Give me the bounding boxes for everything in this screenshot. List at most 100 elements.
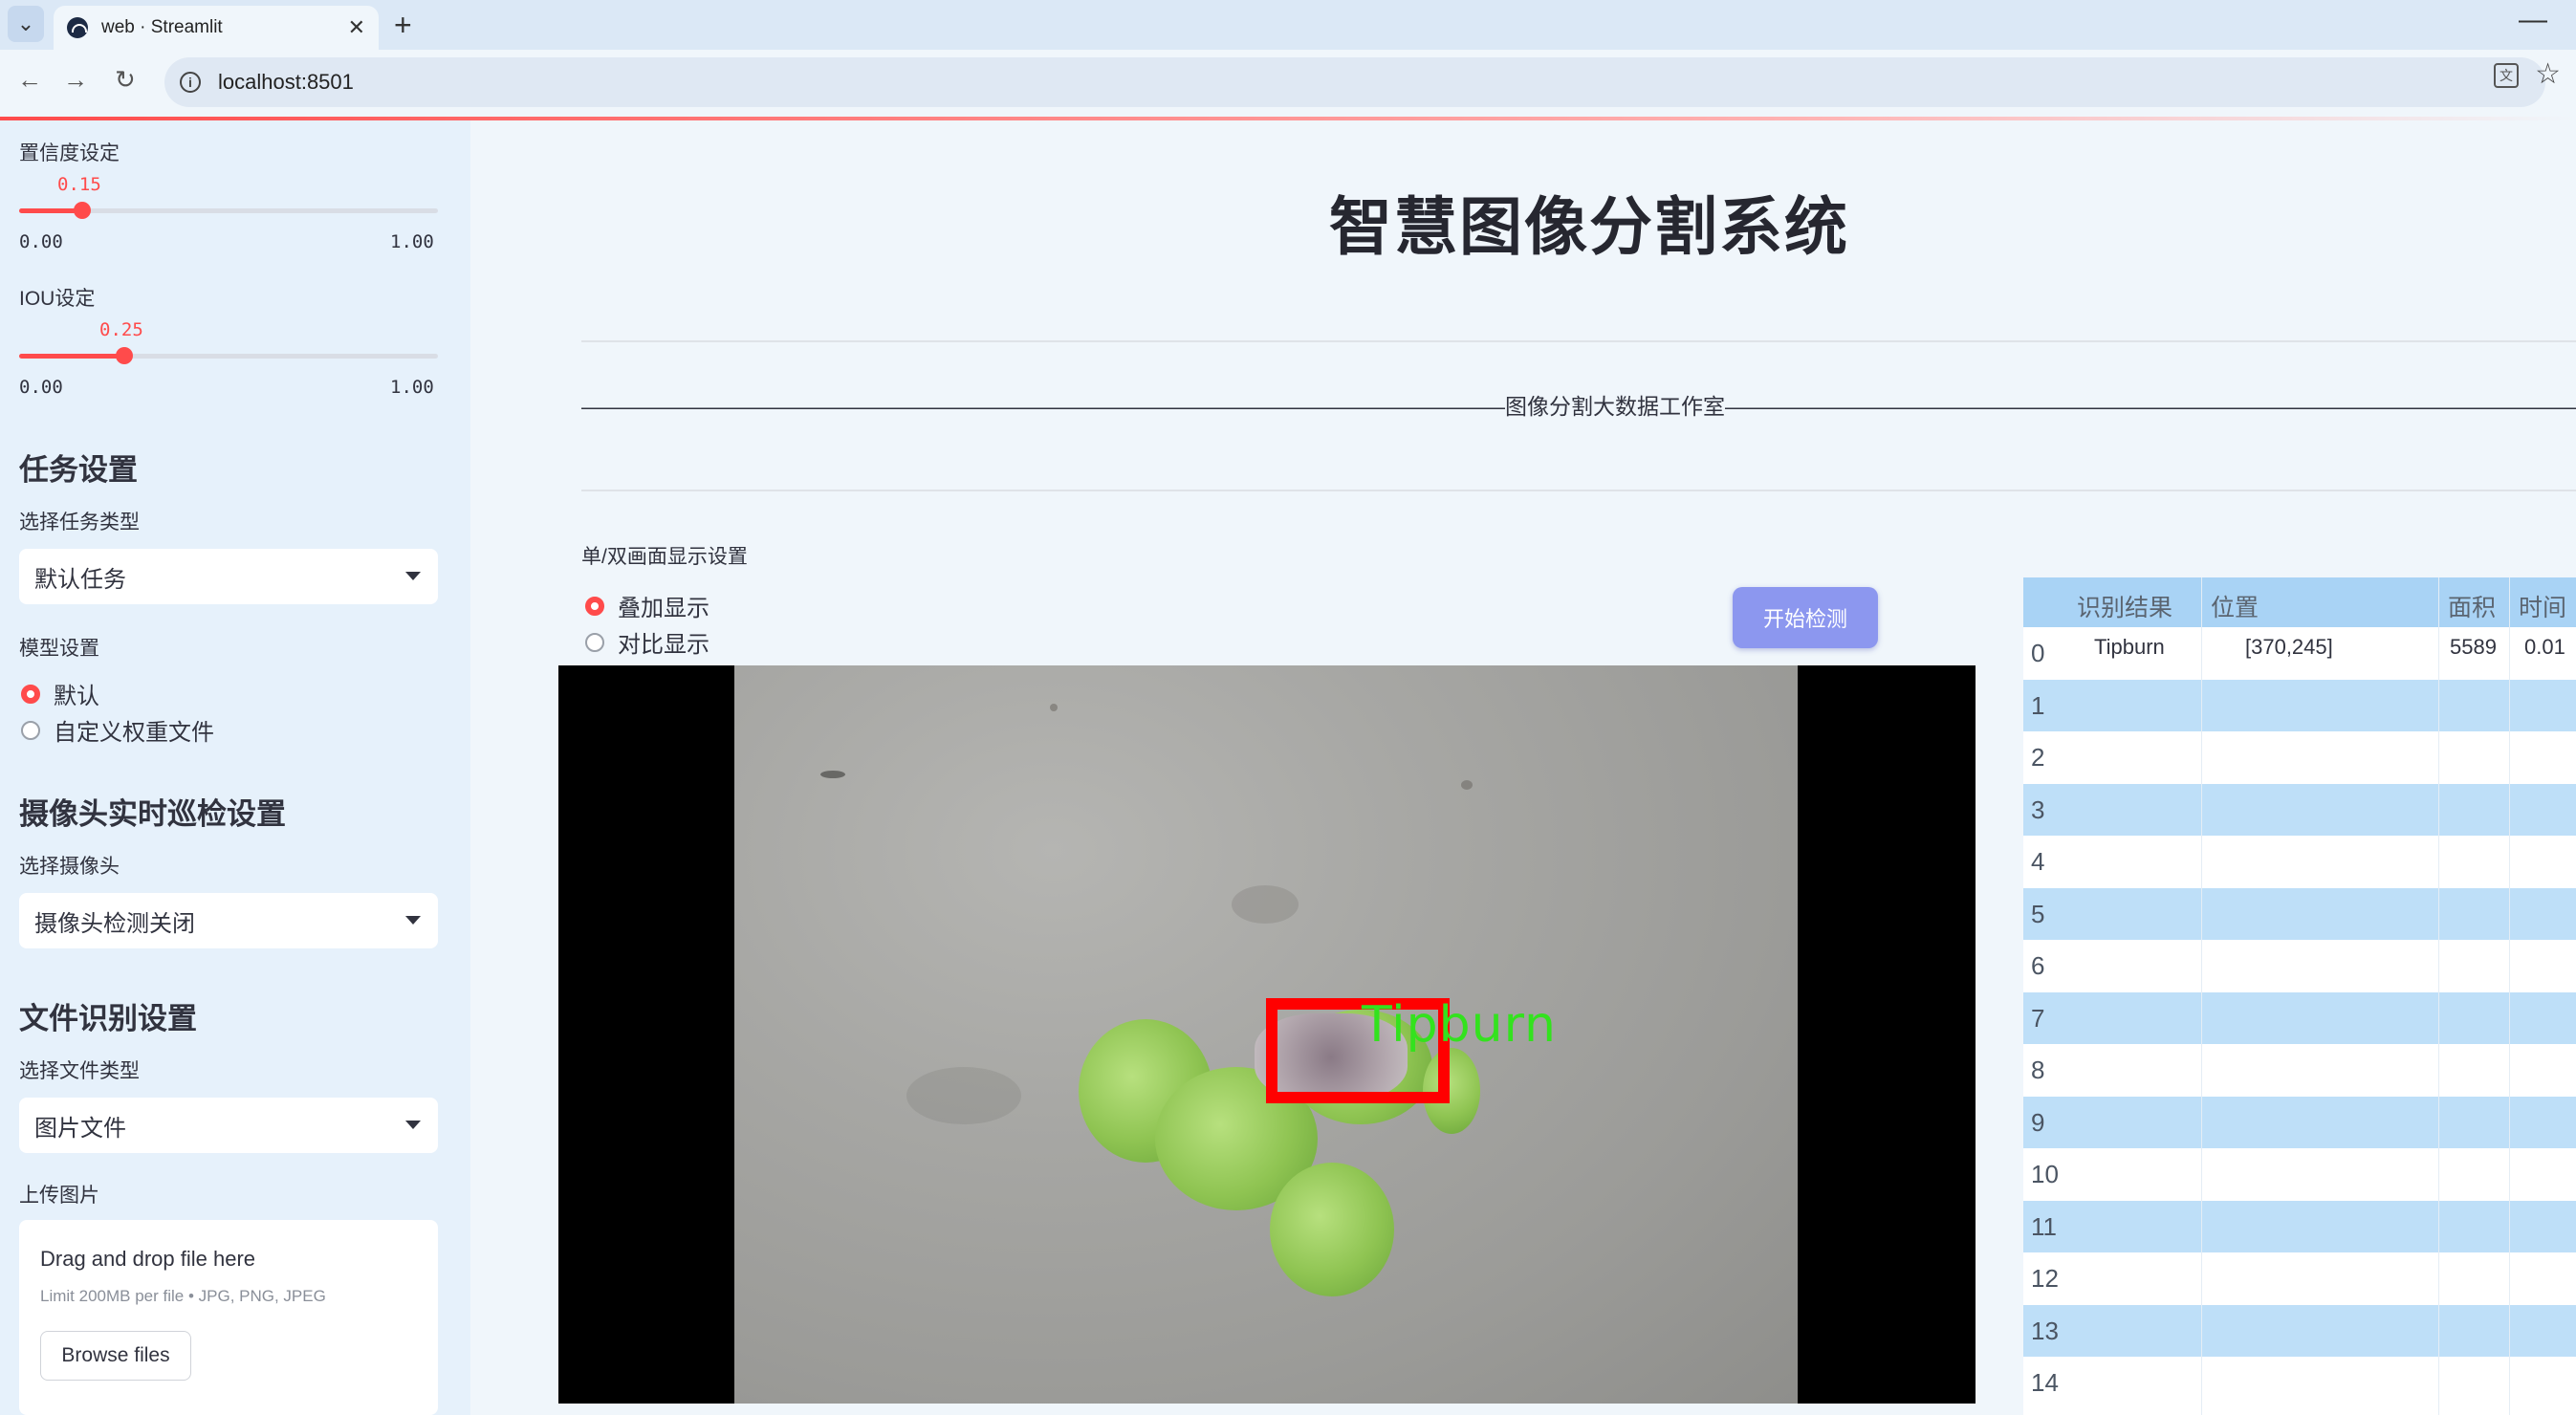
forward-arrow-icon[interactable]: → bbox=[63, 65, 88, 95]
table-row[interactable]: 10 bbox=[2023, 1148, 2576, 1201]
row-index: 9 bbox=[2031, 1107, 2045, 1137]
task-type-select[interactable]: 默认任务 bbox=[19, 549, 438, 604]
camera-select-label: 选择摄像头 bbox=[19, 856, 120, 878]
iou-slider[interactable] bbox=[19, 347, 438, 364]
sidebar: 置信度设定 0.15 0.00 1.00 IOU设定 0.25 0.00 1.0… bbox=[0, 120, 470, 1415]
cell-position: [370,245] bbox=[2245, 635, 2333, 659]
confidence-value: 0.15 bbox=[57, 174, 101, 195]
table-row[interactable]: 11 bbox=[2023, 1200, 2576, 1252]
confidence-slider[interactable] bbox=[19, 202, 438, 219]
table-row[interactable]: 14 bbox=[2023, 1357, 2576, 1409]
table-row[interactable]: 3 bbox=[2023, 783, 2576, 836]
bookmark-star-icon[interactable]: ☆ bbox=[2535, 57, 2561, 91]
results-table[interactable]: 识别结果 位置 面积 时间 0 Tipburn [370,245] 5589 0.01 1… bbox=[2023, 577, 2576, 1415]
table-row[interactable]: 1 bbox=[2023, 679, 2576, 731]
row-index: 2 bbox=[2031, 743, 2045, 772]
column-divider bbox=[2438, 577, 2439, 1415]
browse-files-button[interactable]: Browse files bbox=[40, 1331, 191, 1381]
tab-title: web · Streamlit bbox=[101, 17, 223, 37]
url-field[interactable]: i localhost:8501 bbox=[164, 57, 2545, 107]
radio-selected-icon[interactable] bbox=[21, 684, 40, 704]
file-settings-heading: 文件识别设置 bbox=[19, 1002, 197, 1035]
page-title: 智慧图像分割系统 bbox=[1329, 191, 1849, 262]
task-type-selected: 默认任务 bbox=[34, 566, 126, 593]
upload-drop-text: Drag and drop file here bbox=[40, 1247, 256, 1271]
divider bbox=[581, 340, 2576, 342]
model-option-default[interactable]: 默认 bbox=[21, 677, 99, 710]
iou-label: IOU设定 bbox=[19, 288, 96, 310]
display-option-label: 叠加显示 bbox=[618, 596, 709, 621]
iou-max: 1.00 bbox=[390, 377, 434, 398]
confidence-min: 0.00 bbox=[19, 231, 63, 252]
row-index: 5 bbox=[2031, 899, 2045, 928]
row-index: 12 bbox=[2031, 1264, 2059, 1293]
table-row[interactable]: 6 bbox=[2023, 940, 2576, 992]
chevron-down-icon bbox=[405, 916, 421, 925]
table-row[interactable]: 7 bbox=[2023, 991, 2576, 1044]
row-index: 1 bbox=[2031, 690, 2045, 720]
row-index: 8 bbox=[2031, 1056, 2045, 1084]
upload-limit-text: Limit 200MB per file • JPG, PNG, JPEG bbox=[40, 1287, 326, 1305]
detection-image-panel: Tipburn bbox=[558, 665, 1976, 1404]
file-type-select[interactable]: 图片文件 bbox=[19, 1098, 438, 1153]
file-type-label: 选择文件类型 bbox=[19, 1060, 140, 1082]
radio-unselected-icon[interactable] bbox=[585, 632, 604, 652]
file-uploader-dropzone[interactable]: Drag and drop file here Limit 200MB per … bbox=[19, 1220, 438, 1415]
radio-selected-icon[interactable] bbox=[585, 596, 604, 616]
table-row[interactable]: 2 bbox=[2023, 731, 2576, 784]
studio-banner: ————————————————————————————————————————… bbox=[581, 394, 2576, 419]
iou-value: 0.25 bbox=[99, 319, 143, 340]
table-row[interactable]: 13 bbox=[2023, 1304, 2576, 1357]
url-text: localhost:8501 bbox=[218, 70, 354, 94]
translate-icon[interactable]: 文 bbox=[2494, 63, 2519, 88]
camera-settings-heading: 摄像头实时巡检设置 bbox=[19, 797, 286, 831]
site-info-icon[interactable]: i bbox=[180, 72, 201, 93]
soil-patch bbox=[906, 1067, 1021, 1124]
browser-tab[interactable]: web · Streamlit ✕ bbox=[54, 6, 379, 50]
confidence-slider-thumb[interactable] bbox=[73, 202, 91, 219]
table-row[interactable]: 12 bbox=[2023, 1252, 2576, 1305]
new-tab-icon[interactable]: + bbox=[394, 8, 412, 43]
table-row[interactable]: 5 bbox=[2023, 887, 2576, 940]
row-index: 7 bbox=[2031, 1003, 2045, 1033]
display-option-label: 对比显示 bbox=[618, 632, 709, 658]
task-settings-heading: 任务设置 bbox=[19, 453, 138, 487]
model-option-custom[interactable]: 自定义权重文件 bbox=[21, 713, 214, 747]
tab-search-chevron-icon[interactable]: ⌄ bbox=[8, 6, 44, 42]
iou-slider-fill bbox=[19, 354, 124, 359]
model-settings-label: 模型设置 bbox=[19, 638, 99, 660]
tab-close-icon[interactable]: ✕ bbox=[348, 15, 365, 40]
browser-address-bar: ← → ↻ i localhost:8501 文 ☆ bbox=[0, 50, 2576, 117]
table-row[interactable]: 4 bbox=[2023, 836, 2576, 888]
soil-speck bbox=[820, 771, 845, 778]
display-option-compare[interactable]: 对比显示 bbox=[585, 625, 709, 659]
divider bbox=[581, 490, 2576, 491]
display-option-overlay[interactable]: 叠加显示 bbox=[585, 589, 709, 622]
lettuce-leaf bbox=[1270, 1163, 1394, 1296]
cell-time: 0.01 bbox=[2524, 635, 2565, 659]
row-index: 4 bbox=[2031, 847, 2045, 876]
file-type-selected: 图片文件 bbox=[34, 1115, 126, 1142]
confidence-slider-fill bbox=[19, 208, 82, 213]
table-row[interactable]: 9 bbox=[2023, 1096, 2576, 1148]
camera-select[interactable]: 摄像头检测关闭 bbox=[19, 893, 438, 948]
reload-icon[interactable]: ↻ bbox=[115, 65, 136, 95]
iou-min: 0.00 bbox=[19, 377, 63, 398]
camera-selected: 摄像头检测关闭 bbox=[34, 910, 195, 937]
row-index: 11 bbox=[2031, 1211, 2057, 1241]
radio-unselected-icon[interactable] bbox=[21, 720, 40, 740]
table-header: 识别结果 位置 面积 时间 bbox=[2023, 577, 2576, 627]
soil-patch bbox=[1232, 885, 1299, 924]
display-mode-label: 单/双画面显示设置 bbox=[581, 546, 748, 568]
table-row[interactable]: 0 Tipburn [370,245] 5589 0.01 bbox=[2023, 627, 2576, 680]
start-detection-button[interactable]: 开始检测 bbox=[1733, 587, 1878, 648]
iou-slider-thumb[interactable] bbox=[115, 347, 133, 364]
task-type-label: 选择任务类型 bbox=[19, 512, 140, 533]
row-index: 6 bbox=[2031, 951, 2045, 980]
back-arrow-icon[interactable]: ← bbox=[17, 65, 42, 95]
column-divider bbox=[2509, 577, 2510, 1415]
minimize-icon[interactable]: — bbox=[2519, 4, 2547, 36]
header-position: 位置 bbox=[2211, 595, 2259, 621]
table-row[interactable]: 8 bbox=[2023, 1044, 2576, 1097]
header-time: 时间 bbox=[2519, 595, 2567, 621]
